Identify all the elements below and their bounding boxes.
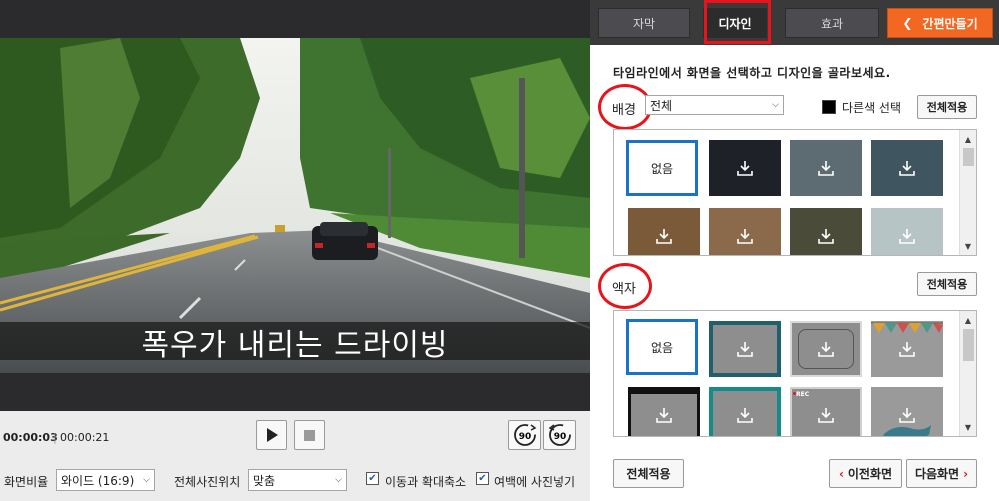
download-icon bbox=[737, 161, 753, 176]
video-preview: 폭우가 내리는 드라이빙 bbox=[0, 0, 590, 411]
frame-thumb[interactable]: REC bbox=[790, 387, 862, 436]
quick-make-label: 간편만들기 bbox=[922, 16, 978, 31]
prev-screen-button[interactable]: ‹ 이전화면 bbox=[829, 459, 902, 488]
background-highlight-circle bbox=[598, 84, 652, 130]
chevron-left-icon: ‹ bbox=[838, 466, 844, 481]
rotate-left-icon: 90 bbox=[548, 424, 571, 446]
rotate-ccw-button[interactable]: 90 bbox=[543, 420, 576, 450]
download-icon bbox=[899, 161, 915, 176]
next-screen-label: 다음화면 bbox=[914, 467, 960, 481]
download-icon bbox=[737, 408, 753, 423]
rotate-right-icon: 90 bbox=[513, 424, 536, 446]
download-icon bbox=[737, 342, 753, 357]
design-tab-highlight bbox=[704, 0, 771, 44]
download-icon bbox=[818, 342, 834, 357]
frame-none-thumb[interactable]: 없음 bbox=[626, 319, 698, 375]
background-thumb[interactable] bbox=[871, 208, 943, 255]
quick-make-button[interactable]: ❮ 간편만들기 bbox=[887, 8, 993, 38]
scroll-down-icon[interactable]: ▼ bbox=[960, 420, 976, 434]
aspect-ratio-value: 와이드 (16:9) bbox=[61, 473, 135, 488]
background-grid: 없음 ▲ ▼ bbox=[613, 129, 977, 256]
aspect-ratio-select[interactable]: 와이드 (16:9) ⌵ bbox=[56, 469, 155, 491]
download-icon bbox=[818, 229, 834, 244]
frame-thumb[interactable] bbox=[790, 321, 862, 377]
background-scrollbar[interactable]: ▲ ▼ bbox=[959, 130, 976, 255]
playback-controls: 00:00:03 | 00:00:21 90 90 화면비율 와이드 (16:9 bbox=[0, 411, 590, 501]
total-time: 00:00:21 bbox=[60, 431, 110, 444]
stop-icon bbox=[304, 429, 315, 441]
footer-apply-all-button[interactable]: 전체적용 bbox=[613, 459, 684, 488]
download-icon bbox=[818, 161, 834, 176]
chevron-down-icon: ⌵ bbox=[772, 100, 779, 110]
background-thumb[interactable] bbox=[790, 140, 862, 196]
background-thumb[interactable] bbox=[871, 140, 943, 196]
current-time: 00:00:03 bbox=[3, 431, 58, 444]
chevron-right-icon: › bbox=[963, 466, 969, 481]
download-icon bbox=[737, 229, 753, 244]
frame-thumb[interactable] bbox=[709, 321, 781, 377]
rec-dot-icon bbox=[793, 392, 796, 395]
rotate-cw-button[interactable]: 90 bbox=[508, 420, 541, 450]
download-icon bbox=[656, 408, 672, 423]
aspect-ratio-label: 화면비율 bbox=[4, 475, 49, 489]
other-color-swatch[interactable] bbox=[822, 100, 836, 114]
download-icon bbox=[656, 229, 672, 244]
background-none-thumb[interactable]: 없음 bbox=[626, 140, 698, 196]
fill-margin-checkbox[interactable]: ✔ bbox=[476, 472, 489, 485]
video-editor-pane: 폭우가 내리는 드라이빙 00:00:03 | 00:00:21 90 90 화 bbox=[0, 0, 590, 501]
download-icon bbox=[818, 408, 834, 423]
fill-margin-label: 여백에 사진넣기 bbox=[494, 475, 576, 489]
background-apply-all-button[interactable]: 전체적용 bbox=[917, 95, 977, 119]
download-icon bbox=[899, 342, 915, 357]
scroll-thumb[interactable] bbox=[963, 148, 974, 166]
background-select[interactable]: 전체 ⌵ bbox=[645, 95, 784, 115]
stop-button[interactable] bbox=[294, 420, 325, 450]
prev-screen-label: 이전화면 bbox=[847, 467, 893, 481]
zoom-pan-label: 이동과 확대축소 bbox=[385, 475, 467, 489]
background-thumb[interactable] bbox=[628, 208, 700, 255]
play-button[interactable] bbox=[256, 420, 287, 450]
chevron-down-icon: ⌵ bbox=[335, 475, 342, 485]
frame-thumb[interactable] bbox=[709, 387, 781, 436]
design-panel: 자막 디자인 효과 ❮ 간편만들기 타임라인에서 화면을 선택하고 디자인을 골… bbox=[590, 0, 999, 501]
zoom-pan-checkbox[interactable]: ✔ bbox=[366, 472, 379, 485]
download-icon bbox=[899, 408, 915, 423]
bunting-icon bbox=[871, 322, 943, 333]
next-screen-button[interactable]: 다음화면 › bbox=[906, 459, 977, 488]
scroll-down-icon[interactable]: ▼ bbox=[960, 239, 976, 253]
chevron-left-icon: ❮ bbox=[902, 16, 913, 30]
other-color-label[interactable]: 다른색 선택 bbox=[842, 99, 901, 116]
scroll-up-icon[interactable]: ▲ bbox=[960, 132, 976, 146]
chevron-down-icon: ⌵ bbox=[143, 475, 150, 485]
scroll-up-icon[interactable]: ▲ bbox=[960, 313, 976, 327]
tab-subtitle[interactable]: 자막 bbox=[598, 8, 690, 38]
frame-scrollbar[interactable]: ▲ ▼ bbox=[959, 311, 976, 436]
frame-thumb[interactable] bbox=[871, 387, 943, 436]
rotate-cw-label: 90 bbox=[518, 432, 531, 442]
frame-highlight-circle bbox=[598, 263, 652, 309]
photo-position-value: 맞춤 bbox=[253, 473, 276, 488]
download-icon bbox=[899, 229, 915, 244]
tab-effects[interactable]: 효과 bbox=[785, 8, 879, 38]
instruction-text: 타임라인에서 화면을 선택하고 디자인을 골라보세요. bbox=[613, 66, 891, 80]
play-icon bbox=[266, 428, 278, 442]
time-separator: | bbox=[53, 431, 57, 444]
background-thumb[interactable] bbox=[709, 140, 781, 196]
scroll-thumb[interactable] bbox=[963, 329, 974, 361]
rec-label: REC bbox=[796, 391, 810, 398]
frame-grid: 없음 REC ▲ ▼ bbox=[613, 310, 977, 437]
background-thumb[interactable] bbox=[709, 208, 781, 255]
frame-thumb[interactable] bbox=[871, 321, 943, 377]
subtitle-text: 폭우가 내리는 드라이빙 bbox=[141, 328, 449, 363]
background-thumb[interactable] bbox=[790, 208, 862, 255]
tab-bar: 자막 디자인 효과 ❮ 간편만들기 bbox=[590, 0, 999, 45]
rotate-ccw-label: 90 bbox=[553, 432, 566, 442]
photo-position-label: 전체사진위치 bbox=[174, 475, 241, 489]
frame-thumb[interactable] bbox=[628, 387, 700, 436]
background-select-value: 전체 bbox=[650, 98, 673, 113]
photo-position-select[interactable]: 맞춤 ⌵ bbox=[248, 469, 347, 491]
frame-apply-all-button[interactable]: 전체적용 bbox=[917, 272, 977, 296]
